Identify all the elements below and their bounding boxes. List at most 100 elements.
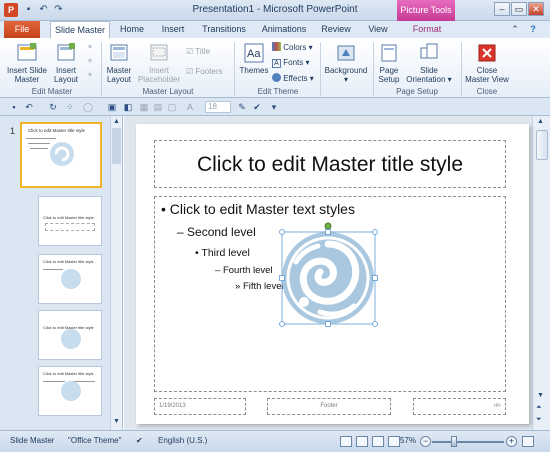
redo-icon[interactable]: ↻ <box>47 101 59 113</box>
group-label-edit-theme: Edit Theme <box>257 87 299 96</box>
zoom-slider-knob[interactable] <box>451 436 457 447</box>
scroll-down-icon[interactable]: ▼ <box>112 418 121 426</box>
tab-view[interactable]: View <box>362 21 394 38</box>
scroll-up-icon[interactable]: ▲ <box>537 118 544 125</box>
close-master-view-label: Close Master View <box>465 66 509 84</box>
rotation-handle[interactable] <box>324 222 332 230</box>
thumbnail-placeholder <box>45 223 95 231</box>
themes-button[interactable]: Aa Themes <box>238 42 270 75</box>
shape-icon[interactable]: ◯ <box>82 101 94 113</box>
effects-icon <box>272 73 281 82</box>
delete-slide-icon[interactable]: ▫ <box>84 40 96 52</box>
customize-qat-icon[interactable]: ▾ <box>268 101 280 113</box>
insert-slide-master-button[interactable]: Insert Slide Master <box>6 42 48 84</box>
text-level-2: – Second level <box>177 225 256 239</box>
resize-handle[interactable] <box>279 321 285 327</box>
slide-orientation-icon <box>420 43 438 59</box>
insert-layout-button[interactable]: Insert Layout <box>50 42 82 84</box>
page-setup-button[interactable]: Page Setup <box>376 42 402 84</box>
reading-view-icon[interactable] <box>372 436 384 447</box>
title-checkbox[interactable]: ☑ Title <box>186 47 210 57</box>
status-language[interactable]: English (U.S.) <box>158 436 207 445</box>
text-level-1-label: Click to edit Master text styles <box>169 201 355 217</box>
effects-dropdown[interactable]: Effects ▾ <box>272 73 314 84</box>
resize-handle[interactable] <box>372 321 378 327</box>
normal-view-icon[interactable] <box>340 436 352 447</box>
minimize-ribbon-icon[interactable]: ⌃ <box>508 21 522 38</box>
resize-handle[interactable] <box>325 321 331 327</box>
close-master-view-button[interactable]: Close Master View <box>464 42 510 84</box>
zoom-slider-track[interactable] <box>432 441 504 443</box>
help-icon[interactable]: ? <box>526 21 540 38</box>
slide-show-icon[interactable] <box>388 436 400 447</box>
arrange-icon[interactable]: ▣ <box>106 101 118 113</box>
zoom-in-button[interactable]: + <box>506 436 517 447</box>
scroll-up-icon[interactable]: ▲ <box>112 118 121 126</box>
footers-checkbox[interactable]: ☑ Footers <box>186 67 223 77</box>
title-bar: P ▪ ↶ ↷ Presentation1 - Microsoft PowerP… <box>0 0 550 21</box>
tab-transitions[interactable]: Transitions <box>196 21 252 38</box>
slide-vertical-scrollbar[interactable]: ▲ ▼ ⏶ ⏷ <box>532 116 550 430</box>
slide-orientation-button[interactable]: Slide Orientation ▾ <box>404 42 454 84</box>
select-objects-icon[interactable]: ⁘ <box>64 101 76 113</box>
font-color-icon[interactable]: A <box>184 101 196 113</box>
status-theme-name[interactable]: "Office Theme" <box>68 436 121 445</box>
zoom-level[interactable]: 57% <box>400 436 416 445</box>
master-layout-button[interactable]: Master Layout <box>104 42 134 84</box>
master-layout-label: Master Layout <box>106 66 132 84</box>
resize-handle[interactable] <box>372 229 378 235</box>
fonts-dropdown[interactable]: A Fonts ▾ <box>272 58 310 68</box>
undo-icon[interactable]: ↶ <box>23 101 35 113</box>
text-box-icon[interactable]: ▢ <box>166 101 178 113</box>
save-icon[interactable]: ▪ <box>8 101 20 113</box>
close-window-button[interactable]: ✕ <box>528 2 544 16</box>
preserve-icon[interactable]: ▫ <box>84 68 96 80</box>
slide-sorter-view-icon[interactable] <box>356 436 368 447</box>
thumbnail-layout-2[interactable]: Click to edit Master title style <box>38 254 102 304</box>
tab-review[interactable]: Review <box>316 21 356 38</box>
scroll-down-icon[interactable]: ▼ <box>537 392 544 399</box>
resize-handle[interactable] <box>372 275 378 281</box>
thumbnail-slide-master[interactable]: Click to edit Master title style <box>20 122 102 188</box>
thumbnail-scroll-thumb[interactable] <box>112 128 121 164</box>
picture-icon[interactable]: ▤ <box>152 101 164 113</box>
thumbnail-scrollbar[interactable]: ▲ ▼ <box>110 116 122 430</box>
tab-format[interactable]: Format <box>404 21 450 38</box>
zoom-out-button[interactable]: − <box>420 436 431 447</box>
tab-home[interactable]: Home <box>114 21 150 38</box>
thumbnail-layout-4[interactable]: Click to edit Master title style <box>38 366 102 416</box>
background-styles-button[interactable]: Background ▾ <box>322 42 370 84</box>
colors-dropdown[interactable]: Colors ▾ <box>272 42 313 53</box>
proofing-icon[interactable]: ✔ <box>136 436 143 445</box>
slide-scroll-thumb[interactable] <box>536 130 548 160</box>
thumbnail-layout-1[interactable]: Click to edit Master title style <box>38 196 102 246</box>
minimize-button[interactable]: – <box>494 2 510 16</box>
slide-number-placeholder[interactable]: ‹#› <box>413 398 506 415</box>
effects-label: Effects <box>283 74 308 83</box>
footer-placeholder[interactable]: Footer <box>267 398 391 415</box>
previous-slide-icon[interactable]: ⏶ <box>536 404 542 412</box>
tab-insert[interactable]: Insert <box>154 21 192 38</box>
thumbnail-layout-3[interactable]: Click to edit Master title style <box>38 310 102 360</box>
resize-handle[interactable] <box>325 229 331 235</box>
date-placeholder[interactable]: 1/19/2013 <box>154 398 246 415</box>
thumbnail-text-line <box>28 143 50 144</box>
next-slide-icon[interactable]: ⏷ <box>536 416 542 424</box>
resize-handle[interactable] <box>279 229 285 235</box>
tab-slide-master[interactable]: Slide Master <box>50 21 110 38</box>
insert-placeholder-button[interactable]: Insert Placeholder <box>136 42 182 84</box>
spelling-icon[interactable]: ✔ <box>251 101 263 113</box>
tab-file[interactable]: File <box>4 21 40 38</box>
fit-slide-to-window-icon[interactable] <box>522 436 534 447</box>
swirl-picture[interactable] <box>274 222 384 334</box>
format-painter-icon[interactable]: ✎ <box>236 101 248 113</box>
insert-layout-label: Insert Layout <box>53 66 79 84</box>
tab-animations[interactable]: Animations <box>256 21 312 38</box>
rename-icon[interactable]: ▫ <box>84 54 96 66</box>
title-placeholder[interactable]: Click to edit Master title style <box>154 140 506 188</box>
group-icon[interactable]: ◧ <box>122 101 134 113</box>
table-icon[interactable]: ▦ <box>138 101 150 113</box>
font-size-input[interactable]: 18 <box>205 101 231 113</box>
restore-button[interactable]: ▭ <box>511 2 527 16</box>
resize-handle[interactable] <box>279 275 285 281</box>
